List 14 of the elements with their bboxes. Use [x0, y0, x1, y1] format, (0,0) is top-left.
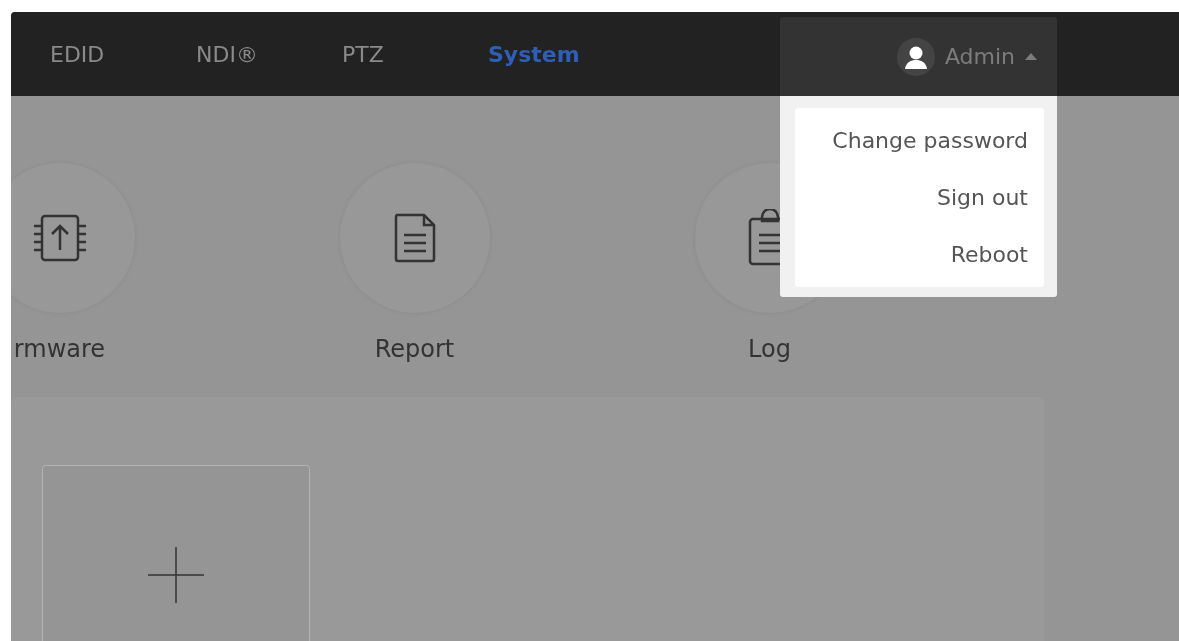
- menu-item[interactable]: Change password: [795, 112, 1044, 169]
- nav-tab[interactable]: EDID: [50, 41, 196, 67]
- menu-item[interactable]: Sign out: [795, 169, 1044, 226]
- tile-label: Log: [748, 335, 791, 363]
- nav-tab[interactable]: PTZ: [342, 41, 488, 67]
- plus-icon: [148, 547, 204, 603]
- tile-label: rmware: [13, 335, 106, 363]
- user-menu-button[interactable]: Admin: [780, 17, 1057, 96]
- nav-tab[interactable]: NDI®: [196, 41, 342, 67]
- menu-item[interactable]: Reboot: [795, 226, 1044, 283]
- caret-icon: [1025, 53, 1037, 60]
- tile-label: Report: [374, 335, 455, 363]
- nav-tab[interactable]: System: [488, 41, 634, 67]
- user-avatar-icon: [896, 37, 935, 76]
